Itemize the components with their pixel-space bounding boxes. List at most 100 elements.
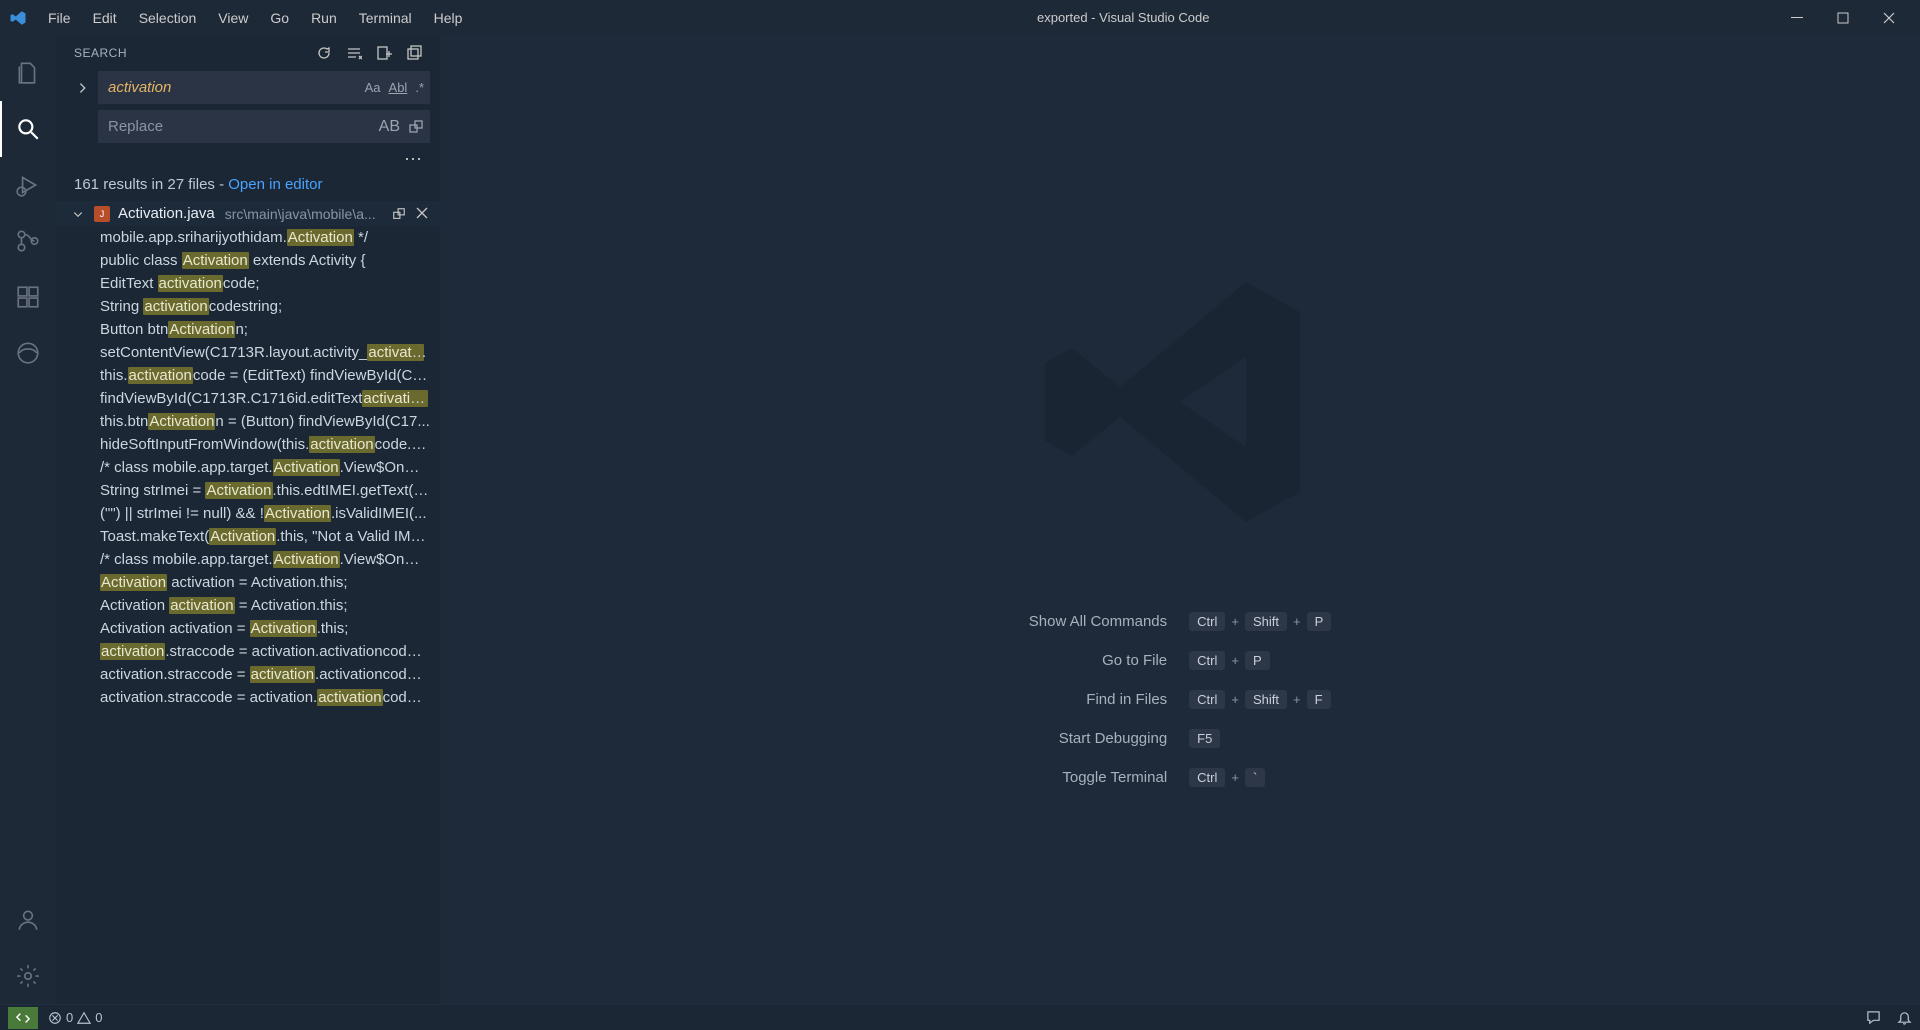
extensions-tab[interactable] <box>0 269 56 325</box>
keycap: Ctrl <box>1189 651 1225 670</box>
shortcut-label: Find in Files <box>1029 691 1167 708</box>
search-match-line[interactable]: activation.straccode = activation.activa… <box>56 640 440 663</box>
explorer-tab[interactable] <box>0 45 56 101</box>
problems-status[interactable]: 0 0 <box>48 1010 102 1025</box>
replace-input[interactable] <box>104 114 379 139</box>
minimize-button[interactable] <box>1774 0 1820 35</box>
clear-results-icon[interactable] <box>346 45 362 61</box>
search-match-line[interactable]: String activationcodestring; <box>56 295 440 318</box>
match-highlight: Activation <box>250 620 317 637</box>
search-match-line[interactable]: mobile.app.sriharijyothidam.Activation *… <box>56 226 440 249</box>
new-search-editor-icon[interactable] <box>376 45 392 61</box>
match-case-icon[interactable]: Aa <box>365 80 381 95</box>
search-match-line[interactable]: Button btnActivationn; <box>56 318 440 341</box>
menu-run[interactable]: Run <box>301 6 347 30</box>
menu-terminal[interactable]: Terminal <box>349 6 422 30</box>
menu-edit[interactable]: Edit <box>83 6 127 30</box>
plus-separator: + <box>1231 614 1239 629</box>
errors-count: 0 <box>66 1010 73 1025</box>
accounts-button[interactable] <box>0 892 56 948</box>
plus-separator: + <box>1293 692 1301 707</box>
search-match-line[interactable]: /* class mobile.app.target.Activation.Vi… <box>56 548 440 571</box>
search-input[interactable] <box>104 75 365 100</box>
vscode-watermark-icon <box>1030 252 1330 552</box>
shortcut-label: Show All Commands <box>1029 613 1167 630</box>
menu-file[interactable]: File <box>38 6 81 30</box>
run-debug-tab[interactable] <box>0 157 56 213</box>
search-match-line[interactable]: ("") || strImei != null) && !Activation.… <box>56 502 440 525</box>
search-input-row: Aa Abl .* <box>98 71 430 104</box>
match-highlight: Activation <box>273 551 340 568</box>
regex-icon[interactable]: .* <box>415 80 424 95</box>
result-file-name: Activation.java <box>118 205 215 222</box>
close-button[interactable] <box>1866 0 1912 35</box>
search-tab[interactable] <box>0 101 56 157</box>
remote-indicator[interactable] <box>8 1007 38 1029</box>
replace-input-row: AB <box>98 110 430 143</box>
refresh-icon[interactable] <box>316 45 332 61</box>
search-match-line[interactable]: Activation activation = Activation.this; <box>56 571 440 594</box>
toggle-search-details-icon[interactable]: ⋯ <box>56 149 440 174</box>
match-whole-word-icon[interactable]: Abl <box>389 80 408 95</box>
search-area: Aa Abl .* AB <box>56 71 440 149</box>
search-match-line[interactable]: activation.straccode = activation.activa… <box>56 686 440 709</box>
search-match-line[interactable]: public class Activation extends Activity… <box>56 249 440 272</box>
replace-all-icon[interactable] <box>408 119 424 135</box>
results-list[interactable]: J Activation.java src\main\java\mobile\a… <box>56 201 440 1004</box>
shortcut-label: Go to File <box>1029 652 1167 669</box>
match-highlight: activation <box>250 666 315 683</box>
match-highlight: activation <box>309 436 374 453</box>
keycap: Ctrl <box>1189 612 1225 631</box>
search-match-line[interactable]: /* class mobile.app.target.Activation.Vi… <box>56 456 440 479</box>
search-match-line[interactable]: activation.straccode = activation.activa… <box>56 663 440 686</box>
results-count: 161 results in 27 files <box>74 176 215 193</box>
search-match-line[interactable]: this.activationcode = (EditText) findVie… <box>56 364 440 387</box>
search-match-line[interactable]: String strImei = Activation.this.edtIMEI… <box>56 479 440 502</box>
replace-file-icon[interactable] <box>392 207 406 221</box>
match-highlight: Activation <box>209 528 276 545</box>
settings-button[interactable] <box>0 948 56 1004</box>
dismiss-file-icon[interactable] <box>416 207 428 221</box>
menubar: File Edit Selection View Go Run Terminal… <box>38 6 472 30</box>
search-sidebar: SEARCH Aa Abl .* <box>56 35 440 1004</box>
match-highlight: activation <box>362 390 427 407</box>
window-title: exported - Visual Studio Code <box>472 10 1774 25</box>
keycap: Shift <box>1245 612 1287 631</box>
match-highlight: activation <box>169 597 234 614</box>
chevron-down-icon <box>70 208 86 220</box>
keycap: F5 <box>1189 729 1220 748</box>
shortcut-label: Start Debugging <box>1029 730 1167 747</box>
status-bar: 0 0 <box>0 1004 1920 1030</box>
search-match-line[interactable]: findViewById(C1713R.C1716id.editTextacti… <box>56 387 440 410</box>
toggle-replace-icon[interactable] <box>74 81 92 95</box>
match-highlight: activation <box>128 367 193 384</box>
match-highlight: activation <box>317 689 382 706</box>
match-highlight: Activation <box>100 574 167 591</box>
match-highlight: Activation <box>273 459 340 476</box>
error-icon <box>48 1011 62 1025</box>
source-control-tab[interactable] <box>0 213 56 269</box>
menu-selection[interactable]: Selection <box>129 6 207 30</box>
menu-help[interactable]: Help <box>424 6 473 30</box>
search-match-line[interactable]: Activation activation = Activation.this; <box>56 617 440 640</box>
search-match-line[interactable]: this.btnActivationn = (Button) findViewB… <box>56 410 440 433</box>
result-file-header[interactable]: J Activation.java src\main\java\mobile\a… <box>56 201 440 226</box>
search-match-line[interactable]: EditText activationcode; <box>56 272 440 295</box>
search-match-line[interactable]: hideSoftInputFromWindow(this.activationc… <box>56 433 440 456</box>
match-highlight: Activation <box>287 229 354 246</box>
open-in-editor-link[interactable]: Open in editor <box>228 176 322 193</box>
sidebar-title: SEARCH <box>74 46 127 60</box>
notifications-icon[interactable] <box>1897 1010 1912 1025</box>
shortcut-label: Toggle Terminal <box>1029 769 1167 786</box>
collapse-all-icon[interactable] <box>406 45 422 61</box>
search-match-line[interactable]: Activation activation = Activation.this; <box>56 594 440 617</box>
menu-go[interactable]: Go <box>260 6 299 30</box>
preserve-case-icon[interactable]: AB <box>379 118 400 136</box>
maximize-button[interactable] <box>1820 0 1866 35</box>
edge-tools-tab[interactable] <box>0 325 56 381</box>
search-match-line[interactable]: Toast.makeText(Activation.this, "Not a V… <box>56 525 440 548</box>
titlebar: File Edit Selection View Go Run Terminal… <box>0 0 1920 35</box>
search-match-line[interactable]: setContentView(C1713R.layout.activity_ac… <box>56 341 440 364</box>
menu-view[interactable]: View <box>208 6 258 30</box>
feedback-icon[interactable] <box>1866 1010 1881 1025</box>
